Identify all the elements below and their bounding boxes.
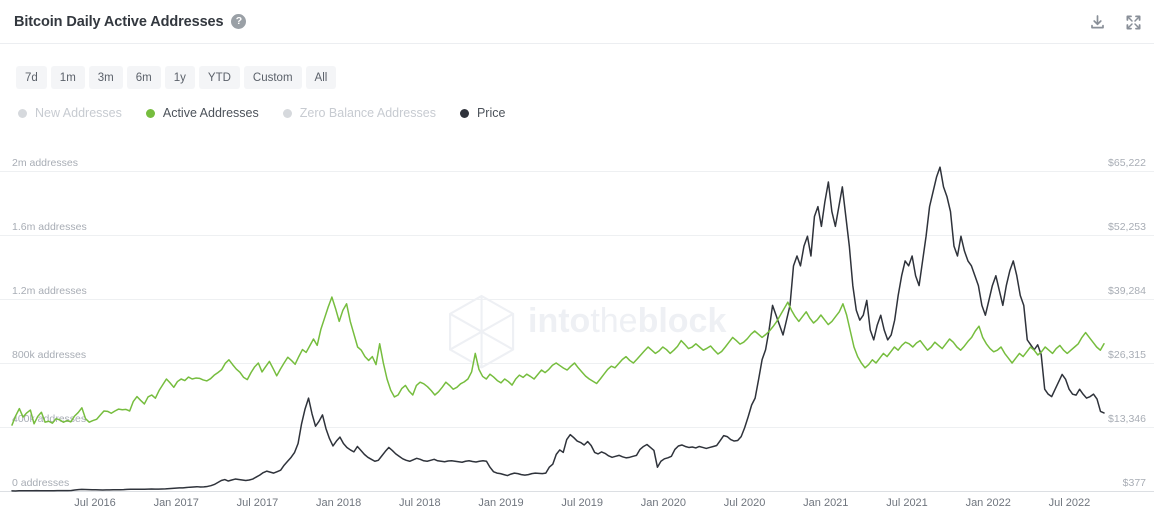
x-axis-tick: Jul 2020 [724, 497, 766, 509]
header-actions [1088, 0, 1142, 44]
chart-svg[interactable]: intotheblock 0 addresses400k addresses80… [0, 150, 1154, 518]
range-btn-all[interactable]: All [306, 66, 337, 89]
y-axis-right-tick: $52,253 [1108, 221, 1146, 233]
y-axis-right-labels: $377 $13,346 $26,315 $39,284 $52,253 $65,222 [1108, 157, 1146, 489]
chart-legend: New Addresses Active Addresses Zero Bala… [18, 106, 529, 120]
x-axis-tick: Jul 2017 [237, 497, 279, 509]
y-axis-right-tick: $65,222 [1108, 157, 1146, 169]
x-axis-tick: Jan 2017 [154, 497, 199, 509]
y-axis-right-tick: $39,284 [1108, 285, 1146, 297]
range-btn-6m[interactable]: 6m [127, 66, 161, 89]
legend-item-price[interactable]: Price [460, 106, 505, 120]
legend-label: Active Addresses [163, 106, 259, 120]
range-selector: 7d 1m 3m 6m 1y YTD Custom All [16, 66, 336, 89]
x-axis-tick: Jan 2019 [478, 497, 523, 509]
y-axis-left-tick: 800k addresses [12, 349, 86, 361]
x-axis-tick: Jul 2016 [74, 497, 116, 509]
range-btn-1y[interactable]: 1y [165, 66, 195, 89]
x-axis-tick: Jul 2019 [561, 497, 603, 509]
legend-label: Zero Balance Addresses [300, 106, 436, 120]
chart-area: intotheblock 0 addresses400k addresses80… [0, 150, 1154, 518]
x-axis-tick: Jul 2018 [399, 497, 441, 509]
y-axis-left-tick: 0 addresses [12, 477, 69, 489]
range-btn-7d[interactable]: 7d [16, 66, 47, 89]
y-axis-right-tick: $13,346 [1108, 413, 1146, 425]
title-group: Bitcoin Daily Active Addresses ? [14, 14, 246, 30]
range-btn-ytd[interactable]: YTD [199, 66, 240, 89]
intotheblock-watermark: intotheblock [450, 296, 726, 367]
legend-item-new-addresses[interactable]: New Addresses [18, 106, 122, 120]
x-axis-labels: Jul 2016 Jan 2017 Jul 2017 Jan 2018 Jul 2018… [74, 497, 1090, 509]
legend-item-active-addresses[interactable]: Active Addresses [146, 106, 259, 120]
fullscreen-icon[interactable] [1124, 13, 1142, 31]
legend-dot [283, 109, 292, 118]
page-title: Bitcoin Daily Active Addresses [14, 14, 223, 30]
download-icon[interactable] [1088, 13, 1106, 31]
range-btn-custom[interactable]: Custom [244, 66, 302, 89]
y-axis-right-tick: $377 [1123, 477, 1147, 489]
y-axis-left-tick: 1.2m addresses [12, 285, 87, 297]
legend-dot [18, 109, 27, 118]
legend-dot [460, 109, 469, 118]
y-axis-left-labels: 0 addresses400k addresses800k addresses1… [12, 157, 87, 489]
legend-item-zero-balance-addresses[interactable]: Zero Balance Addresses [283, 106, 436, 120]
x-axis-tick: Jul 2022 [1049, 497, 1091, 509]
range-btn-1m[interactable]: 1m [51, 66, 85, 89]
legend-label: New Addresses [35, 106, 122, 120]
legend-label: Price [477, 106, 505, 120]
widget-header: Bitcoin Daily Active Addresses ? [0, 0, 1154, 44]
help-circle-icon[interactable]: ? [231, 14, 246, 29]
x-axis-tick: Jul 2021 [886, 497, 928, 509]
y-axis-left-tick: 1.6m addresses [12, 221, 87, 233]
x-axis-tick: Jan 2020 [641, 497, 686, 509]
x-axis-tick: Jan 2022 [966, 497, 1011, 509]
range-btn-3m[interactable]: 3m [89, 66, 123, 89]
y-axis-right-tick: $26,315 [1108, 349, 1146, 361]
x-axis-tick: Jan 2018 [316, 497, 361, 509]
x-axis-tick: Jan 2021 [803, 497, 848, 509]
y-axis-left-tick: 2m addresses [12, 157, 78, 169]
legend-dot [146, 109, 155, 118]
watermark-text: intotheblock [528, 302, 726, 340]
chart-widget: Bitcoin Daily Active Addresses ? 7d 1m 3… [0, 0, 1154, 518]
